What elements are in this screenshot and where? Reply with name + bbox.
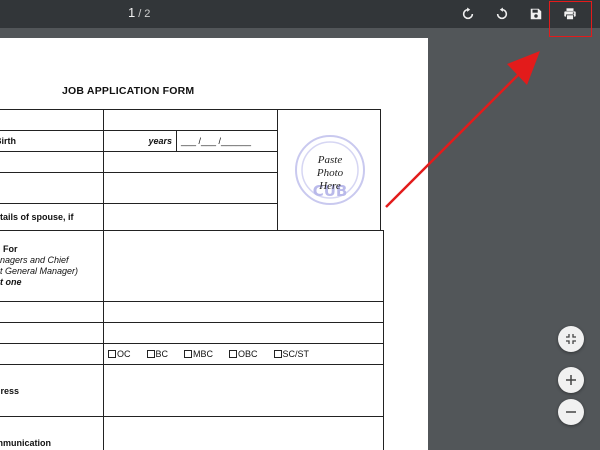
rotate-counterclockwise-button[interactable] — [492, 4, 512, 24]
table-row — [0, 343, 104, 365]
category-checkboxes: OC BC MBC OBC SC/ST — [103, 343, 384, 365]
pdf-viewer: 1/2 JOB APPLICATION FORM Birth — [0, 0, 600, 450]
applied-for-cell: d For anagers and Chief nt General Manag… — [0, 230, 104, 302]
minus-icon — [566, 411, 576, 413]
checkbox[interactable] — [273, 350, 282, 358]
table-row — [0, 151, 104, 173]
photo-box: CUB Paste Photo Here — [277, 109, 381, 231]
total-pages: 2 — [144, 8, 151, 20]
table-row — [0, 322, 104, 344]
category-oc[interactable]: OC — [108, 349, 131, 359]
print-button-highlight — [549, 1, 592, 37]
rotate-counterclockwise-icon — [496, 7, 508, 20]
pdf-page: JOB APPLICATION FORM Birth years ___ /__… — [0, 38, 428, 450]
birth-label: Birth — [0, 130, 104, 152]
spouse-label: etails of spouse, if — [0, 203, 104, 231]
years-label: years — [104, 131, 177, 151]
checkbox[interactable] — [229, 350, 238, 358]
rotate-clockwise-icon — [462, 7, 474, 20]
download-icon — [530, 8, 542, 20]
plus-icon — [566, 375, 576, 385]
fit-page-icon — [566, 334, 576, 344]
checkbox[interactable] — [184, 350, 193, 358]
rotate-clockwise-button[interactable] — [458, 4, 478, 24]
page-separator: / — [138, 8, 142, 20]
zoom-in-button[interactable] — [558, 367, 584, 393]
photo-instruction: Paste Photo Here — [316, 154, 344, 192]
table-row — [0, 301, 104, 323]
category-bc[interactable]: BC — [146, 349, 168, 359]
page-counter: 1/2 — [128, 5, 150, 20]
form-title: JOB APPLICATION FORM — [62, 85, 195, 97]
category-scst[interactable]: SC/ST — [273, 349, 309, 359]
category-mbc[interactable]: MBC — [184, 349, 213, 359]
checkbox[interactable] — [108, 350, 116, 358]
e-label: e — [0, 172, 104, 204]
download-button[interactable] — [526, 4, 546, 24]
table-row — [0, 109, 104, 131]
zoom-out-button[interactable] — [558, 399, 584, 425]
pdf-toolbar: 1/2 — [0, 0, 600, 37]
communication-label: mmunication — [0, 416, 104, 450]
category-obc[interactable]: OBC — [229, 349, 258, 359]
checkbox[interactable] — [146, 350, 155, 358]
current-page-number[interactable]: 1 — [128, 5, 135, 20]
address-label: dress — [0, 364, 104, 417]
fit-to-page-button[interactable] — [558, 326, 584, 352]
dob-field[interactable]: ___ /___ /______ — [177, 131, 251, 151]
